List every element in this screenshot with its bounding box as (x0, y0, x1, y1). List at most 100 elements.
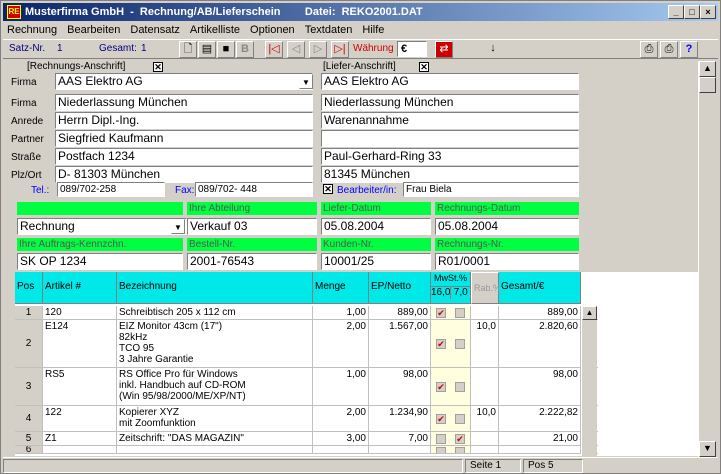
row-menge[interactable]: 1,00 (313, 368, 369, 405)
menu-optionen[interactable]: Optionen (250, 22, 295, 38)
row-rabatt[interactable] (471, 368, 499, 405)
liefer-anschrift-checkbox[interactable]: ✕ (419, 62, 429, 72)
table-scrollbar[interactable]: ▲ (581, 306, 597, 456)
row-ep[interactable]: 889,00 (369, 306, 431, 319)
mwst-7-checkbox[interactable] (455, 447, 465, 453)
bold-icon[interactable]: B (236, 41, 254, 58)
rechnungs-nr-field[interactable]: R01/0001 (435, 253, 579, 270)
menu-textdaten[interactable]: Textdaten (305, 22, 353, 38)
row-pos[interactable]: 5 (15, 432, 43, 445)
auftrag-field[interactable]: SK OP 1234 (17, 253, 183, 270)
mwst-16-checkbox[interactable]: ✔ (436, 308, 446, 318)
row-menge[interactable]: 1,00 (313, 306, 369, 319)
rechnung-plz-field[interactable]: D- 81303 München (55, 166, 313, 183)
row-ep[interactable] (369, 446, 431, 453)
row-menge[interactable]: 3,00 (313, 432, 369, 445)
kunden-field[interactable]: 10001/25 (321, 253, 431, 270)
mwst-7-checkbox[interactable]: ✔ (455, 434, 465, 444)
table-row[interactable]: 2 E124 EIZ Monitor 43cm (17") 82kHz TCO 95… (15, 320, 598, 368)
tel-field[interactable]: 089/702-258 (57, 182, 165, 197)
row-gesamt[interactable]: 2.820,60 (499, 320, 581, 367)
save-icon[interactable]: ■ (217, 41, 235, 58)
close-button[interactable]: × (700, 5, 716, 19)
row-ep[interactable]: 1.567,00 (369, 320, 431, 367)
table-scroll-up-icon[interactable]: ▲ (582, 306, 597, 320)
row-artikel[interactable]: E124 (43, 320, 117, 367)
liefer-firma1-field[interactable]: AAS Elektro AG (321, 73, 579, 90)
main-scrollbar[interactable]: ▲ ▼ (698, 61, 716, 457)
row-gesamt[interactable] (499, 446, 581, 453)
print-preview-icon[interactable]: ⎙ (640, 41, 658, 58)
prev-record-icon[interactable]: ◁ (287, 41, 305, 58)
menu-hilfe[interactable]: Hilfe (362, 22, 384, 38)
mwst-7-checkbox[interactable] (455, 414, 465, 424)
download-arrow-icon[interactable]: ↓ (484, 41, 502, 58)
liefer-firma2-field[interactable]: Niederlassung München (321, 94, 579, 111)
print-icon[interactable]: ⎙ (660, 41, 678, 58)
mwst-16-checkbox[interactable]: ✔ (436, 382, 446, 392)
mwst-16-checkbox[interactable]: ✔ (436, 339, 446, 349)
document-type-select[interactable]: Rechnung (17, 218, 187, 235)
row-rabatt[interactable] (471, 432, 499, 445)
scroll-down-icon[interactable]: ▼ (699, 441, 716, 457)
row-rabatt[interactable] (471, 446, 499, 453)
row-ep[interactable]: 98,00 (369, 368, 431, 405)
mwst-7-checkbox[interactable] (455, 382, 465, 392)
bearbeiter-checkbox[interactable]: ✕ (323, 184, 333, 194)
row-bezeichnung[interactable] (117, 446, 313, 453)
rechnung-strasse-field[interactable]: Postfach 1234 (55, 148, 313, 165)
row-artikel[interactable]: Z1 (43, 432, 117, 445)
row-pos[interactable]: 3 (15, 368, 43, 405)
row-ep[interactable]: 7,00 (369, 432, 431, 445)
maximize-button[interactable]: □ (684, 5, 700, 19)
abteilung-field[interactable]: Verkauf 03 (187, 218, 317, 235)
minimize-button[interactable]: _ (668, 5, 684, 19)
rechnung-anrede-field[interactable]: Herrn Dipl.-Ing. (55, 112, 313, 129)
last-record-icon[interactable]: ▷| (331, 41, 349, 58)
doctype-dropdown-icon[interactable]: ▼ (171, 219, 185, 234)
row-gesamt[interactable]: 889,00 (499, 306, 581, 319)
currency-convert-icon[interactable]: ⇄ (435, 41, 453, 58)
waehrung-field[interactable]: € (397, 41, 427, 57)
row-rabatt[interactable]: 10,0 (471, 320, 499, 367)
liefer-plz-field[interactable]: 81345 München (321, 166, 579, 183)
rabatt-button[interactable]: Rab.% (471, 272, 501, 304)
liefer-strasse-field[interactable]: Paul-Gerhard-Ring 33 (321, 148, 579, 165)
mwst-7-checkbox[interactable] (455, 308, 465, 318)
next-record-icon[interactable]: ▷ (309, 41, 327, 58)
mwst-16-checkbox[interactable] (436, 447, 446, 453)
mwst-16-checkbox[interactable]: ✔ (436, 414, 446, 424)
row-pos[interactable]: 1 (15, 306, 43, 319)
table-row[interactable]: 5 Z1 Zeitschrift: "DAS MAGAZIN" 3,00 7,00 ✔ 21… (15, 432, 598, 446)
table-row[interactable]: 4 122 Kopierer XYZ mit Zoomfunktion 2,00 1.2… (15, 406, 598, 432)
row-rabatt[interactable] (471, 306, 499, 319)
row-bezeichnung[interactable]: Schreibtisch 205 x 112 cm (117, 306, 313, 319)
row-menge[interactable] (313, 446, 369, 453)
table-row[interactable]: 1 120 Schreibtisch 205 x 112 cm 1,00 889,00 ✔… (15, 306, 598, 320)
row-pos[interactable]: 4 (15, 406, 43, 431)
mwst-7-checkbox[interactable] (455, 339, 465, 349)
rechnung-firma1-field[interactable]: AAS Elektro AG (55, 73, 313, 90)
menu-rechnung[interactable]: Rechnung (7, 22, 57, 38)
row-artikel[interactable]: 122 (43, 406, 117, 431)
row-artikel[interactable] (43, 446, 117, 453)
scroll-up-icon[interactable]: ▲ (699, 61, 716, 77)
table-row[interactable]: 3 RS5 RS Office Pro für Windows inkl. Hand… (15, 368, 598, 406)
row-artikel[interactable]: RS5 (43, 368, 117, 405)
liefer-datum-field[interactable]: 05.08.2004 (321, 218, 431, 235)
row-gesamt[interactable]: 21,00 (499, 432, 581, 445)
rechnung-anschrift-checkbox[interactable]: ✕ (153, 62, 163, 72)
liefer-anrede-field[interactable]: Warenannahme (321, 112, 579, 129)
row-bezeichnung[interactable]: EIZ Monitor 43cm (17") 82kHz TCO 95 3 Ja… (117, 320, 313, 367)
help-icon[interactable]: ? (680, 41, 698, 58)
scroll-thumb[interactable] (699, 77, 716, 93)
row-pos[interactable]: 2 (15, 320, 43, 367)
mwst-16-checkbox[interactable] (436, 434, 446, 444)
row-rabatt[interactable]: 10,0 (471, 406, 499, 431)
row-gesamt[interactable]: 2.222,82 (499, 406, 581, 431)
rechnung-firma2-field[interactable]: Niederlassung München (55, 94, 313, 111)
menu-bearbeiten[interactable]: Bearbeiten (67, 22, 120, 38)
table-row[interactable]: 6 (15, 446, 598, 454)
row-bezeichnung[interactable]: RS Office Pro für Windows inkl. Handbuch… (117, 368, 313, 405)
menu-datensatz[interactable]: Datensatz (130, 22, 180, 38)
